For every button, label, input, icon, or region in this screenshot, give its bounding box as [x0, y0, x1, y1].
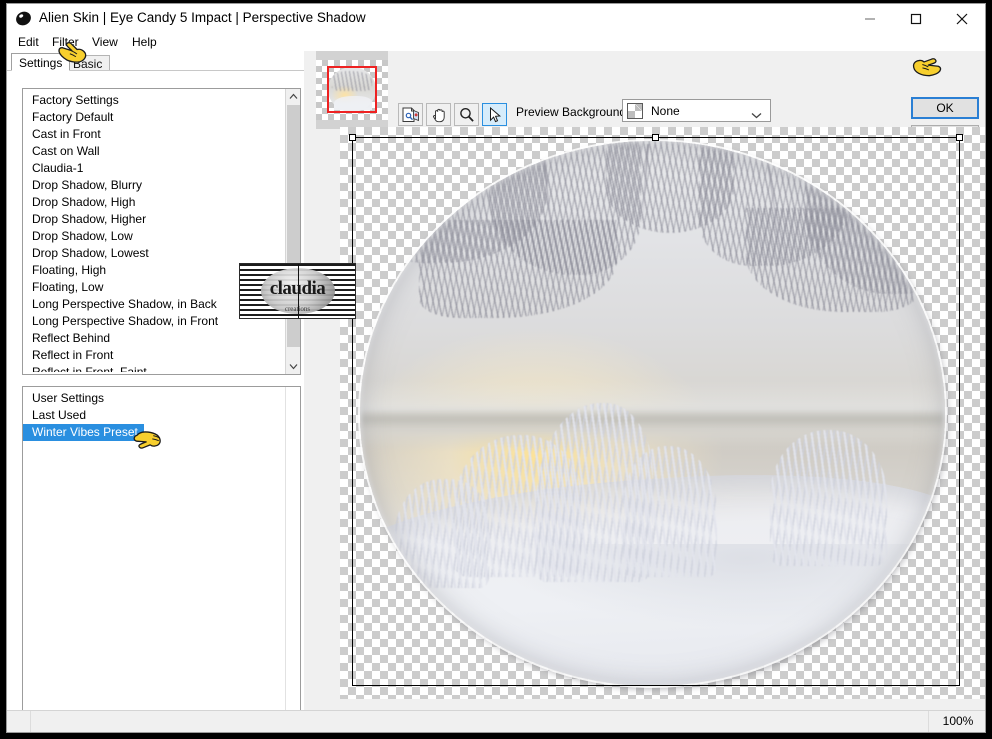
list-item[interactable]: Cast in Front: [23, 126, 285, 143]
status-bar: 100%: [7, 710, 985, 732]
ok-button[interactable]: OK: [911, 97, 979, 119]
zoom-tool-button[interactable]: [454, 103, 479, 126]
preview-canvas[interactable]: [340, 127, 985, 699]
viewport-rectangle[interactable]: [327, 66, 377, 113]
chevron-up-icon: [289, 93, 298, 99]
tab-settings[interactable]: Settings: [11, 53, 71, 71]
selection-handle[interactable]: [652, 134, 659, 141]
list-item[interactable]: Drop Shadow, Low: [23, 228, 285, 245]
menu-item-help[interactable]: Help: [130, 35, 159, 49]
chevron-down-icon: [289, 364, 298, 370]
selection-handle[interactable]: [349, 134, 356, 141]
claudia-watermark: claudia creations: [239, 263, 356, 319]
frosted-plant: [395, 478, 489, 588]
list-item[interactable]: Drop Shadow, Blurry: [23, 177, 285, 194]
chevron-down-icon: [751, 108, 762, 122]
maximize-button[interactable]: [893, 4, 939, 33]
status-zoom-level: 100%: [942, 714, 974, 728]
tree-canopy: [360, 141, 945, 446]
checker-swatch-icon: [627, 103, 643, 119]
frosted-plant: [769, 429, 887, 567]
list-item[interactable]: Claudia-1: [23, 160, 285, 177]
menu-item-edit[interactable]: Edit: [16, 35, 41, 49]
list-item-last-used[interactable]: Last Used: [23, 407, 285, 424]
preview-background-select[interactable]: None: [622, 99, 771, 122]
navigator-thumbnail[interactable]: [316, 51, 388, 129]
close-icon: [956, 13, 968, 24]
arrow-tool-button[interactable]: [482, 103, 507, 126]
application-window: Alien Skin | Eye Candy 5 Impact | Perspe…: [6, 3, 986, 733]
minimize-button[interactable]: [847, 4, 893, 33]
navigator-icon: [402, 107, 419, 122]
factory-settings-list[interactable]: Factory Settings Factory Default Cast in…: [22, 88, 301, 375]
scroll-down-button[interactable]: [286, 359, 300, 374]
menu-item-view[interactable]: View: [90, 35, 120, 49]
magnifier-icon: [459, 107, 474, 122]
status-left-cell: [7, 711, 31, 732]
preview-area: Preview Background: None OK Cancel: [304, 51, 985, 711]
factory-list-items: Factory Settings Factory Default Cast in…: [23, 89, 285, 372]
preview-image: [360, 141, 945, 686]
navigator-tool-button[interactable]: [398, 103, 423, 126]
selection-handle[interactable]: [956, 134, 963, 141]
list-item[interactable]: Cast on Wall: [23, 143, 285, 160]
menu-bar: Edit Filter View Help: [7, 33, 985, 51]
list-item[interactable]: Drop Shadow, Higher: [23, 211, 285, 228]
preview-background-label: Preview Background:: [516, 105, 630, 119]
preview-background-value: None: [651, 104, 680, 118]
list-item[interactable]: Drop Shadow, Lowest: [23, 245, 285, 262]
close-button[interactable]: [939, 4, 985, 33]
list-header-user-settings: User Settings: [32, 391, 105, 405]
factory-list-scrollbar[interactable]: [285, 89, 300, 374]
list-item[interactable]: Reflect in Front: [23, 347, 285, 364]
user-list-scrollbar[interactable]: [285, 387, 300, 732]
settings-panel: Factory Settings Factory Default Cast in…: [7, 70, 304, 732]
title-bar: Alien Skin | Eye Candy 5 Impact | Perspe…: [7, 4, 985, 34]
list-item-clipped[interactable]: Reflect in Front, Faint: [23, 364, 285, 372]
status-message-cell: [31, 711, 929, 732]
list-item[interactable]: Drop Shadow, High: [23, 194, 285, 211]
list-item[interactable]: Factory Default: [23, 109, 285, 126]
winter-scene: [360, 141, 945, 686]
list-header-factory-settings: Factory Settings: [32, 93, 119, 107]
frosted-plant: [623, 446, 717, 577]
hand-icon: [432, 108, 445, 122]
minimize-icon: [865, 18, 875, 19]
arrow-cursor-icon: [489, 106, 501, 122]
user-settings-list[interactable]: User Settings Last Used Winter Vibes Pre…: [22, 386, 301, 732]
list-item[interactable]: Reflect Behind: [23, 330, 285, 347]
maximize-icon: [910, 13, 922, 24]
scroll-up-button[interactable]: [286, 89, 300, 104]
watermark-divider: [297, 264, 299, 318]
list-item-winter-vibes-preset[interactable]: Winter Vibes Preset: [23, 424, 144, 441]
window-title: Alien Skin | Eye Candy 5 Impact | Perspe…: [39, 10, 366, 25]
alien-skin-icon: [15, 10, 32, 27]
hand-tool-button[interactable]: [426, 103, 451, 126]
tab-strip: Settings Basic: [7, 51, 304, 72]
user-list-items: User Settings Last Used Winter Vibes Pre…: [23, 387, 285, 441]
menu-item-filter[interactable]: Filter: [50, 35, 81, 49]
